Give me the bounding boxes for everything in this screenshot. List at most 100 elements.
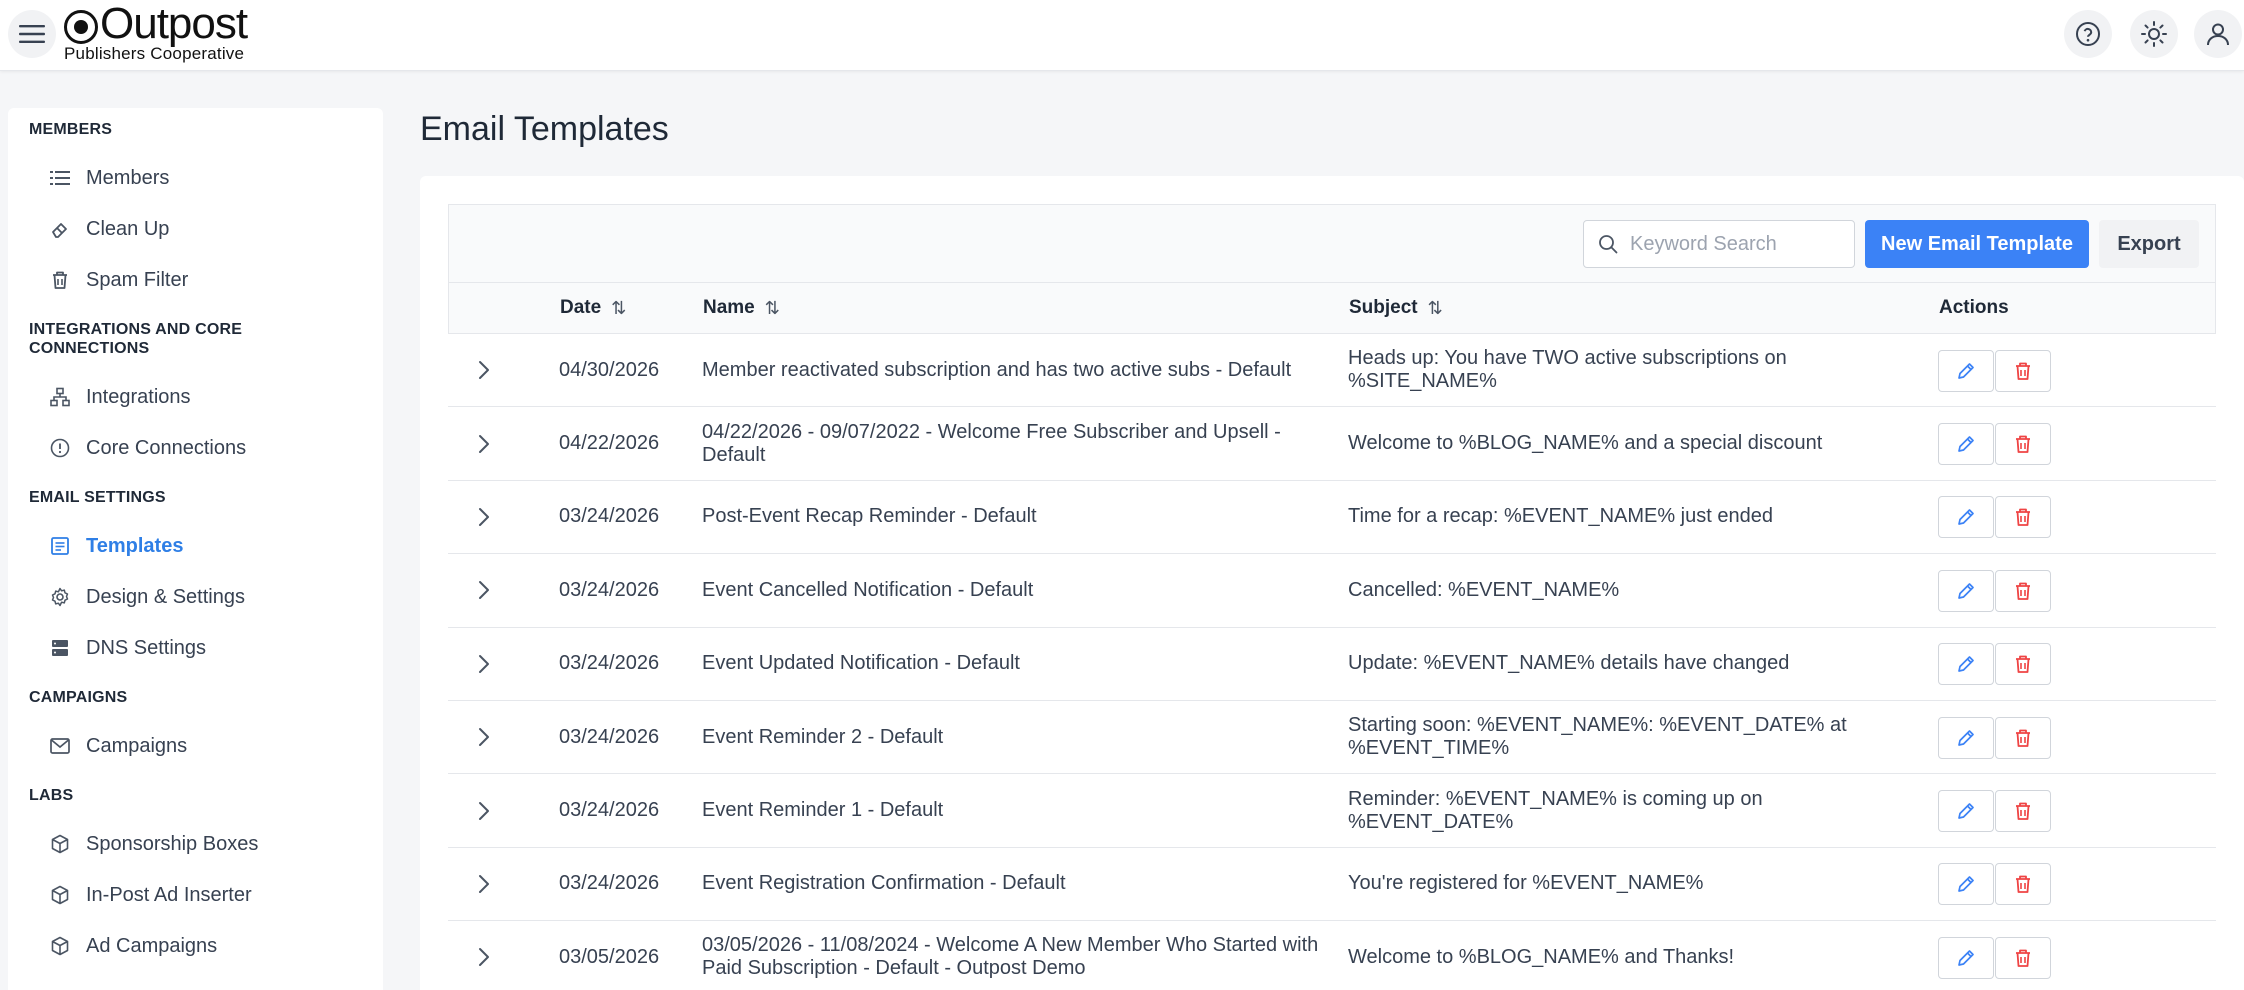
edit-button[interactable] bbox=[1938, 349, 1994, 392]
column-header-name[interactable]: Name ⇅ bbox=[703, 283, 780, 333]
sidebar-item-templates[interactable]: Templates bbox=[50, 526, 360, 566]
delete-button[interactable] bbox=[1995, 496, 2051, 539]
trash-icon bbox=[2014, 581, 2032, 601]
delete-button[interactable] bbox=[1995, 716, 2051, 759]
table-row: 03/24/2026 Event Reminder 2 - Default Star… bbox=[448, 701, 2216, 775]
edit-button[interactable] bbox=[1938, 863, 1994, 906]
menu-button[interactable] bbox=[8, 10, 56, 58]
expand-row-button[interactable] bbox=[474, 628, 494, 700]
list-icon bbox=[50, 168, 70, 188]
search-box[interactable] bbox=[1583, 220, 1855, 268]
table-row: 03/24/2026 Event Updated Notification - D… bbox=[448, 628, 2216, 701]
sidebar-item-campaigns[interactable]: Campaigns bbox=[50, 726, 360, 766]
trash-icon bbox=[2014, 801, 2032, 821]
sidebar-item-dns-settings[interactable]: DNS Settings bbox=[50, 628, 360, 668]
delete-button[interactable] bbox=[1995, 863, 2051, 906]
expand-row-button[interactable] bbox=[474, 774, 494, 846]
expand-row-button[interactable] bbox=[474, 921, 494, 990]
sidebar-item-in-post-ad-inserter[interactable]: In-Post Ad Inserter bbox=[50, 875, 360, 915]
sidebar-section-labs: LABS bbox=[29, 787, 74, 804]
profile-button[interactable] bbox=[2194, 10, 2242, 58]
delete-button[interactable] bbox=[1995, 349, 2051, 392]
delete-button[interactable] bbox=[1995, 423, 2051, 466]
mail-icon bbox=[50, 736, 70, 756]
sidebar-section-email-settings: EMAIL SETTINGS bbox=[29, 489, 166, 506]
sidebar-item-design-settings[interactable]: Design & Settings bbox=[50, 577, 360, 617]
row-subject: Time for a recap: %EVENT_NAME% just ende… bbox=[1348, 505, 1773, 528]
row-name: Member reactivated subscription and has … bbox=[702, 358, 1292, 381]
column-header-label: Date bbox=[560, 297, 602, 318]
trash-icon bbox=[2014, 654, 2032, 674]
search-input[interactable] bbox=[1630, 232, 1830, 256]
sidebar-item-ad-campaigns[interactable]: Ad Campaigns bbox=[50, 926, 360, 966]
edit-button[interactable] bbox=[1938, 936, 1994, 979]
expand-row-button[interactable] bbox=[474, 334, 494, 406]
expand-row-button[interactable] bbox=[474, 554, 494, 626]
network-icon bbox=[50, 387, 70, 407]
help-button[interactable] bbox=[2064, 10, 2112, 58]
expand-row-button[interactable] bbox=[474, 481, 494, 553]
sidebar-section-integrations: INTEGRATIONS AND CORE CONNECTIONS bbox=[29, 321, 243, 357]
sidebar-item-spam-filter[interactable]: Spam Filter bbox=[50, 260, 360, 300]
top-bar: Outpost Publishers Cooperative bbox=[0, 0, 2244, 71]
sidebar-item-label: Ad Campaigns bbox=[86, 934, 218, 957]
chevron-right-icon bbox=[478, 434, 490, 454]
table-row: 03/24/2026 Event Reminder 1 - Default Remi… bbox=[448, 774, 2216, 848]
row-name: Post-Event Recap Reminder - Default bbox=[702, 505, 1037, 528]
chevron-right-icon bbox=[478, 727, 490, 747]
table-toolbar: New Email Template Export bbox=[448, 204, 2216, 282]
sidebar-item-sponsorship-boxes[interactable]: Sponsorship Boxes bbox=[50, 824, 360, 864]
delete-button[interactable] bbox=[1995, 569, 2051, 612]
delete-button[interactable] bbox=[1995, 936, 2051, 979]
row-date: 03/24/2026 bbox=[559, 799, 660, 822]
chevron-right-icon bbox=[478, 507, 490, 527]
trash-icon bbox=[2014, 507, 2032, 527]
sidebar-item-label: Clean Up bbox=[86, 217, 170, 240]
help-icon bbox=[2076, 22, 2100, 46]
row-name: Event Updated Notification - Default bbox=[702, 652, 1020, 675]
row-name: Event Registration Confirmation - Defaul… bbox=[702, 872, 1066, 895]
expand-row-button[interactable] bbox=[474, 407, 494, 479]
box-icon bbox=[50, 834, 70, 854]
sidebar-item-integrations[interactable]: Integrations bbox=[50, 377, 360, 417]
row-name: Event Reminder 1 - Default bbox=[702, 799, 944, 822]
expand-row-button[interactable] bbox=[474, 701, 494, 773]
expand-row-button[interactable] bbox=[474, 848, 494, 920]
sidebar-item-members[interactable]: Members bbox=[50, 158, 360, 198]
chevron-right-icon bbox=[478, 580, 490, 600]
edit-button[interactable] bbox=[1938, 716, 1994, 759]
sidebar-item-label: Campaigns bbox=[86, 734, 188, 757]
row-date: 03/24/2026 bbox=[559, 505, 660, 528]
sidebar-item-clean-up[interactable]: Clean Up bbox=[50, 209, 360, 249]
export-button[interactable]: Export bbox=[2099, 220, 2199, 268]
row-subject: Starting soon: %EVENT_NAME%: %EVENT_DATE… bbox=[1348, 714, 1847, 760]
trash-icon bbox=[2014, 434, 2032, 454]
sidebar-item-label: Integrations bbox=[86, 385, 191, 408]
row-subject: Reminder: %EVENT_NAME% is coming up on %… bbox=[1348, 787, 1763, 833]
row-subject: Heads up: You have TWO active subscripti… bbox=[1348, 347, 1787, 393]
edit-button[interactable] bbox=[1938, 643, 1994, 686]
delete-button[interactable] bbox=[1995, 643, 2051, 686]
column-header-date[interactable]: Date ⇅ bbox=[560, 283, 626, 333]
column-header-subject[interactable]: Subject ⇅ bbox=[1349, 283, 1443, 333]
brand-logo[interactable]: Outpost Publishers Cooperative bbox=[64, 2, 304, 63]
edit-button[interactable] bbox=[1938, 790, 1994, 833]
row-date: 04/30/2026 bbox=[559, 358, 660, 381]
sidebar-item-core-connections[interactable]: Core Connections bbox=[50, 428, 360, 468]
trash-icon bbox=[2014, 874, 2032, 894]
delete-button[interactable] bbox=[1995, 790, 2051, 833]
edit-button[interactable] bbox=[1938, 496, 1994, 539]
column-header-label: Name bbox=[703, 297, 755, 318]
edit-button[interactable] bbox=[1938, 423, 1994, 466]
row-name: 03/05/2026 - 11/08/2024 - Welcome A New … bbox=[702, 934, 1319, 980]
theme-toggle-button[interactable] bbox=[2130, 10, 2178, 58]
table-row: 04/30/2026 Member reactivated subscriptio… bbox=[448, 334, 2216, 408]
new-email-template-button[interactable]: New Email Template bbox=[1865, 220, 2089, 268]
sort-icon: ⇅ bbox=[764, 297, 780, 318]
pencil-icon bbox=[1956, 434, 1976, 454]
trash-icon bbox=[2014, 948, 2032, 968]
user-icon bbox=[2207, 23, 2229, 46]
chevron-right-icon bbox=[478, 947, 490, 967]
edit-button[interactable] bbox=[1938, 569, 1994, 612]
row-date: 03/05/2026 bbox=[559, 945, 660, 968]
